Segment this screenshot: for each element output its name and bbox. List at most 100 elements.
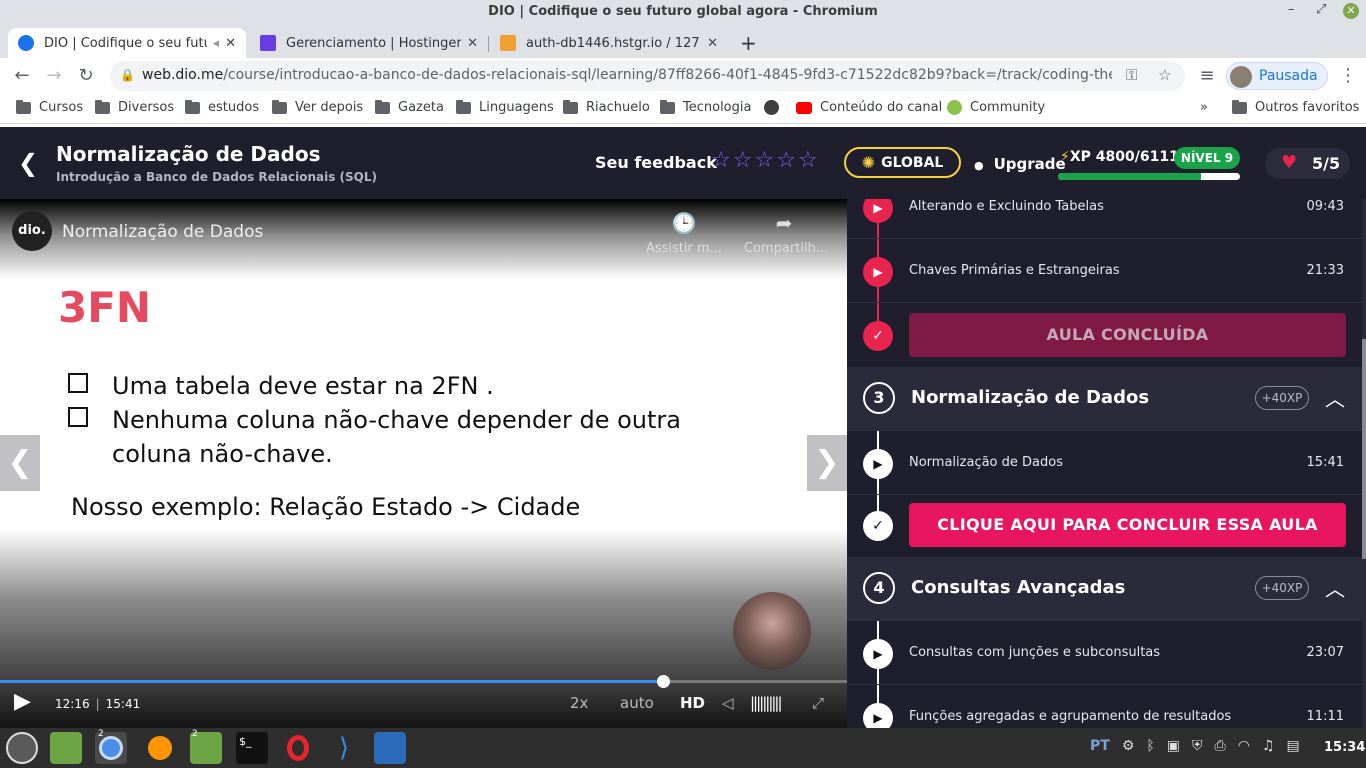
lock-icon: 🔒 xyxy=(120,68,135,82)
video-progress-bar[interactable] xyxy=(0,675,847,688)
current-time: 12:16 xyxy=(55,697,90,711)
module-xp-badge: +40XP xyxy=(1255,576,1309,600)
tab-close-icon[interactable]: ✕ xyxy=(467,36,478,51)
bookmark-ver-depois[interactable]: Ver depois xyxy=(272,99,363,115)
address-bar[interactable]: 🔒 web.dio.me/course/introducao-a-banco-d… xyxy=(110,61,1185,91)
language-indicator[interactable]: PT xyxy=(1090,738,1110,754)
forward-arrow-icon[interactable]: → xyxy=(42,64,66,88)
tab-dio[interactable]: DIO | Codifique o seu futuro global agor… xyxy=(8,28,246,58)
back-chevron-icon[interactable]: ❮ xyxy=(18,149,38,177)
firefox-icon[interactable] xyxy=(144,732,176,764)
shield-icon[interactable]: ⛨ xyxy=(1192,738,1203,754)
chevron-up-icon[interactable]: ︿ xyxy=(1325,573,1345,602)
bookmark-outros-favoritos[interactable]: Outros favoritos xyxy=(1232,99,1359,115)
play-icon[interactable]: ▶ xyxy=(14,689,31,714)
lesson-item[interactable]: ▶ Consultas com junções e subconsultas 2… xyxy=(847,621,1362,685)
tab-close-icon[interactable]: ✕ xyxy=(707,36,718,51)
close-window-icon[interactable]: ✕ xyxy=(1343,3,1359,19)
quality-hd-button[interactable]: HD xyxy=(680,694,705,712)
bookmark-cursos[interactable]: Cursos xyxy=(16,99,83,115)
opera-icon[interactable] xyxy=(282,732,314,764)
lesson-item[interactable]: ▶ Chaves Primárias e Estrangeiras 21:33 xyxy=(847,239,1362,303)
quality-auto-button[interactable]: auto xyxy=(620,694,654,712)
module-section-4[interactable]: 4 Consultas Avançadas +40XP ︿ xyxy=(847,557,1362,621)
lesson-title: Normalização de Dados xyxy=(909,455,1063,470)
star-icon[interactable]: ☆ xyxy=(754,149,774,173)
module-section-3[interactable]: 3 Normalização de Dados +40XP ︿ xyxy=(847,367,1362,431)
lesson-item[interactable]: ▶ Normalização de Dados 15:41 xyxy=(847,431,1362,495)
next-lesson-arrow-icon[interactable]: ❯ xyxy=(807,435,847,491)
screenshot-icon[interactable] xyxy=(374,732,406,764)
tab-phpmyadmin[interactable]: auth-db1446.hstgr.io / 127.0.0.1 ✕ xyxy=(490,28,728,58)
fullscreen-icon[interactable]: ⤢ xyxy=(812,694,824,712)
files-icon[interactable] xyxy=(50,732,82,764)
new-tab-button[interactable]: + xyxy=(734,28,764,58)
video-title[interactable]: Normalização de Dados xyxy=(62,222,263,242)
bookmark-estudos[interactable]: estudos xyxy=(185,99,259,115)
bluetooth-icon[interactable]: ᛒ xyxy=(1146,738,1154,754)
speaker-muted-icon[interactable]: ◂ xyxy=(213,36,220,51)
channel-logo[interactable]: dio. xyxy=(12,211,52,251)
star-icon[interactable]: ☆ xyxy=(776,149,796,173)
reload-icon[interactable]: ↻ xyxy=(74,64,98,88)
maximize-icon[interactable]: ⤢ xyxy=(1316,2,1326,17)
share-button[interactable]: ➦ Compartilh... xyxy=(744,211,828,256)
network-usb-icon[interactable]: ⚙ xyxy=(1122,738,1135,754)
volume-icon[interactable]: ◁ xyxy=(722,694,734,712)
chevron-up-icon[interactable]: ︿ xyxy=(1325,383,1345,412)
bookmark-conteudo-canal[interactable]: Conteúdo do canal xyxy=(796,100,942,115)
profile-button[interactable]: Pausada xyxy=(1226,62,1328,90)
tab-hostinger[interactable]: Gerenciamento | Hostinger ✕ xyxy=(250,28,488,58)
lesson-concluded-button[interactable]: AULA CONCLUÍDA xyxy=(909,313,1346,357)
scrollbar-thumb[interactable] xyxy=(1362,339,1366,559)
star-icon[interactable]: ☆ xyxy=(798,149,818,173)
play-icon[interactable]: ▶ xyxy=(863,257,893,287)
battery-icon[interactable]: ▤ xyxy=(1287,738,1300,754)
key-icon[interactable]: ⚿ xyxy=(1126,66,1137,84)
globe-icon xyxy=(764,100,779,115)
lesson-item[interactable]: ▶ Funções agregadas e agrupamento de res… xyxy=(847,685,1362,728)
star-icon[interactable]: ☆ xyxy=(733,149,753,173)
bookmark-globe[interactable] xyxy=(764,100,779,115)
bookmark-community[interactable]: Community xyxy=(947,100,1045,115)
terminal-icon[interactable]: $_ xyxy=(236,732,268,764)
bookmark-tecnologia[interactable]: Tecnologia xyxy=(660,99,751,115)
play-icon[interactable]: ▶ xyxy=(863,199,893,223)
bookmarks-overflow[interactable]: » xyxy=(1200,100,1208,115)
conclude-lesson-button[interactable]: CLIQUE AQUI PARA CONCLUIR ESSA AULA xyxy=(909,503,1346,547)
play-icon[interactable]: ▶ xyxy=(863,639,893,669)
volume-icon[interactable]: ♫ xyxy=(1262,738,1275,754)
wifi-icon[interactable]: ◠ xyxy=(1238,738,1250,754)
speed-button[interactable]: 2x xyxy=(570,694,588,712)
video-progress-played xyxy=(0,680,664,683)
bookmark-gazeta[interactable]: Gazeta xyxy=(375,99,444,115)
lightning-icon: ⚡ xyxy=(1060,149,1070,165)
prev-lesson-arrow-icon[interactable]: ❮ xyxy=(0,435,40,491)
tab-strip: DIO | Codifique o seu futuro global agor… xyxy=(0,24,1366,58)
lesson-conclude-row: ✓ CLIQUE AQUI PARA CONCLUIR ESSA AULA xyxy=(847,493,1362,557)
tab-close-icon[interactable]: ✕ xyxy=(225,36,236,51)
star-icon[interactable]: ☆ xyxy=(711,149,731,173)
bookmark-linguagens[interactable]: Linguagens xyxy=(456,99,554,115)
bookmark-diversos[interactable]: Diversos xyxy=(95,99,174,115)
play-icon[interactable]: ▶ xyxy=(863,703,893,728)
clock[interactable]: 15:34 xyxy=(1324,740,1365,755)
minimize-icon[interactable]: – xyxy=(1288,2,1295,17)
vscode-icon[interactable]: ⟩ xyxy=(328,732,360,764)
menu-kebab-icon[interactable]: ⋮ xyxy=(1336,64,1360,88)
global-button[interactable]: ✺ GLOBAL xyxy=(844,147,961,178)
module-title: Consultas Avançadas xyxy=(911,577,1126,598)
bookmark-riachuelo[interactable]: Riachuelo xyxy=(563,99,650,115)
media-control-icon[interactable]: ≡ xyxy=(1195,64,1219,88)
volume-slider[interactable]: |||||||||| xyxy=(750,694,783,712)
bookmark-star-icon[interactable]: ☆ xyxy=(1158,66,1171,84)
video-player[interactable]: 3FN Uma tabela deve estar na 2FN . Nenhu… xyxy=(0,199,847,728)
printer-icon[interactable]: ⎙ xyxy=(1215,738,1226,754)
lesson-item[interactable]: ▶ Alterando e Excluindo Tabelas 09:43 xyxy=(847,199,1362,239)
upgrade-link[interactable]: ● Upgrade xyxy=(974,155,1066,173)
menu-icon[interactable] xyxy=(6,732,38,764)
play-icon[interactable]: ▶ xyxy=(863,449,893,479)
clipboard-icon[interactable]: ▣ xyxy=(1167,738,1180,754)
back-arrow-icon[interactable]: ← xyxy=(10,64,34,88)
watch-later-button[interactable]: 🕒 Assistir m... xyxy=(644,211,724,256)
